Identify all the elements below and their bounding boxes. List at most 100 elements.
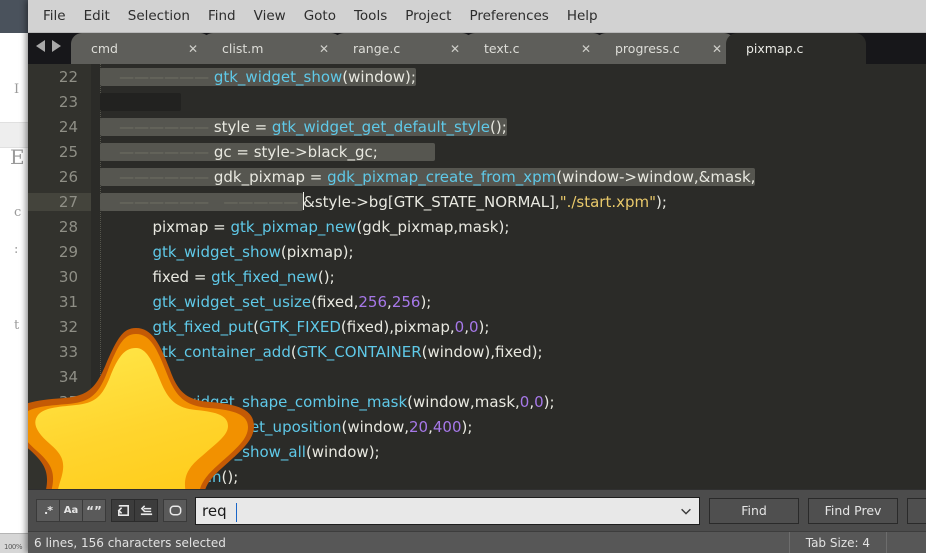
code-line[interactable]: 26 —————— gdk_pixmap = gdk_pixmap_create… bbox=[28, 164, 926, 189]
in-selection-icon[interactable] bbox=[134, 499, 158, 522]
tab-cmd[interactable]: cmd ✕ bbox=[71, 33, 211, 64]
code-line[interactable]: 24 —————— style = gtk_widget_get_default… bbox=[28, 114, 926, 139]
code-token-function: gtk_widget_show bbox=[152, 242, 281, 261]
code-line[interactable]: 25 —————— gc = style->black_gc; bbox=[28, 139, 926, 164]
highlight-results-icon[interactable] bbox=[163, 499, 187, 522]
code-token-plain: (); bbox=[317, 267, 335, 286]
code-line[interactable]: 34 bbox=[28, 364, 926, 389]
menu-item-preferences[interactable]: Preferences bbox=[460, 5, 557, 27]
close-icon[interactable]: ✕ bbox=[712, 43, 722, 55]
menu-item-tools[interactable]: Tools bbox=[345, 5, 396, 27]
chevron-down-glyph bbox=[681, 508, 691, 515]
background-doc-text: t bbox=[14, 318, 20, 333]
tab-label: range.c bbox=[353, 41, 401, 56]
line-number: 22 bbox=[58, 67, 78, 86]
whole-word-toggle-button[interactable]: “” bbox=[82, 499, 106, 522]
arrow-right-icon[interactable] bbox=[52, 39, 61, 52]
wrap-icon[interactable] bbox=[111, 499, 135, 522]
code-line[interactable]: 35 gtk_widget_shape_combine_mask(window,… bbox=[28, 389, 926, 414]
find-all-button[interactable]: Find All bbox=[907, 497, 926, 524]
find-button[interactable]: Find bbox=[709, 497, 799, 524]
code-line-text bbox=[91, 92, 926, 111]
code-token-function: gtk_container_add bbox=[152, 342, 291, 361]
menu-item-help[interactable]: Help bbox=[558, 5, 607, 27]
menu-item-find[interactable]: Find bbox=[199, 5, 245, 27]
code-token-number: 0 bbox=[468, 317, 479, 336]
close-icon[interactable]: ✕ bbox=[319, 43, 329, 55]
code-token-plain: ); bbox=[420, 292, 432, 311]
menu-bar: File Edit Selection Find View Goto Tools… bbox=[28, 0, 926, 33]
code-line[interactable]: 30 fixed = gtk_fixed_new(); bbox=[28, 264, 926, 289]
code-token-plain: ); bbox=[478, 317, 490, 336]
code-editor[interactable]: 22 —————— gtk_widget_show(window); 23 24… bbox=[28, 64, 926, 489]
text-editor-window: File Edit Selection Find View Goto Tools… bbox=[28, 0, 926, 553]
tab-clist-m[interactable]: clist.m ✕ bbox=[202, 33, 342, 64]
tab-text-c[interactable]: text.c ✕ bbox=[464, 33, 604, 64]
tab-progress-c[interactable]: progress.c ✕ bbox=[595, 33, 735, 64]
close-icon[interactable]: ✕ bbox=[450, 43, 460, 55]
code-token-number: 0 bbox=[454, 317, 465, 336]
code-line[interactable]: 22 —————— gtk_widget_show(window); bbox=[28, 64, 926, 89]
code-token-plain: (window),fixed); bbox=[421, 342, 543, 361]
line-number: 28 bbox=[58, 217, 78, 236]
code-line[interactable]: 38 gtk_main(); bbox=[28, 464, 926, 489]
code-line[interactable]: 29 gtk_widget_show(pixmap); bbox=[28, 239, 926, 264]
code-token-function: gtk_widget_set_usize bbox=[152, 292, 312, 311]
status-cell-extra[interactable] bbox=[886, 531, 926, 553]
tab-size-status[interactable]: Tab Size: 4 bbox=[788, 531, 886, 553]
code-token-plain: style = bbox=[213, 117, 272, 136]
code-token-plain: &style->bg[GTK_STATE_NORMAL], bbox=[303, 193, 560, 211]
tab-pixmap-c[interactable]: pixmap.c bbox=[726, 33, 866, 64]
menu-item-goto[interactable]: Goto bbox=[295, 5, 345, 27]
code-token-macro: GTK_CONTAINER bbox=[296, 342, 422, 361]
arrow-left-icon[interactable] bbox=[36, 39, 45, 52]
close-icon[interactable]: ✕ bbox=[581, 43, 591, 55]
line-number: 29 bbox=[58, 242, 78, 261]
code-line[interactable]: 32 gtk_fixed_put(GTK_FIXED(fixed),pixmap… bbox=[28, 314, 926, 339]
background-doc-text: I bbox=[14, 82, 20, 97]
menu-item-selection[interactable]: Selection bbox=[119, 5, 199, 27]
find-input-combobox[interactable] bbox=[195, 496, 700, 525]
code-token-function: gtk_fixed_put bbox=[152, 317, 254, 336]
case-sensitive-toggle-button[interactable]: Aa bbox=[59, 499, 83, 522]
find-bar: .* Aa “” req Find Find Prev bbox=[28, 489, 926, 531]
code-token-plain: ); bbox=[656, 193, 667, 211]
line-number: 26 bbox=[58, 167, 78, 186]
menu-item-view[interactable]: View bbox=[245, 5, 295, 27]
code-line-text: —————— gtk_widget_show(window); bbox=[100, 67, 416, 86]
code-line[interactable]: 23 bbox=[28, 89, 926, 114]
in-selection-glyph bbox=[140, 505, 152, 516]
menu-item-project[interactable]: Project bbox=[396, 5, 460, 27]
tab-range-c[interactable]: range.c ✕ bbox=[333, 33, 473, 64]
code-line-text: gtk_widget_shape_combine_mask(window,mas… bbox=[91, 393, 926, 411]
code-line[interactable]: 33 gtk_container_add(GTK_CONTAINER(windo… bbox=[28, 339, 926, 364]
line-number: 31 bbox=[58, 292, 78, 311]
line-number: 38 bbox=[58, 467, 78, 486]
close-icon[interactable]: ✕ bbox=[188, 43, 198, 55]
code-line-text: gtk_widget_show(pixmap); bbox=[91, 243, 926, 261]
search-input[interactable] bbox=[196, 501, 673, 520]
tab-label: clist.m bbox=[222, 41, 264, 56]
input-text-cursor bbox=[236, 502, 237, 522]
code-token-function: gtk_widget_get_default_style bbox=[271, 117, 490, 136]
code-line-text: fixed = gtk_fixed_new(); bbox=[91, 268, 926, 286]
code-line-text: gtk_main(); bbox=[91, 468, 926, 486]
menu-item-edit[interactable]: Edit bbox=[75, 5, 119, 27]
regex-toggle-button[interactable]: .* bbox=[36, 499, 60, 522]
code-token-plain: ); bbox=[461, 417, 473, 436]
code-line[interactable]: 28 pixmap = gtk_pixmap_new(gdk_pixmap,ma… bbox=[28, 214, 926, 239]
line-number: 34 bbox=[58, 367, 78, 386]
line-number: 25 bbox=[58, 142, 78, 161]
code-token-plain: (window); bbox=[305, 442, 380, 461]
code-token-number: 20 bbox=[409, 417, 429, 436]
menu-item-file[interactable]: File bbox=[34, 5, 75, 27]
code-token-number: 256 bbox=[358, 292, 388, 311]
code-line-current[interactable]: 27 —————— ————— &style->bg[GTK_STATE_NOR… bbox=[28, 189, 926, 214]
code-line[interactable]: 31 gtk_widget_set_usize(fixed,256,256); bbox=[28, 289, 926, 314]
find-prev-button[interactable]: Find Prev bbox=[808, 497, 898, 524]
chevron-down-icon[interactable] bbox=[673, 498, 699, 524]
line-number: 35 bbox=[58, 392, 78, 411]
code-token-plain: (fixed),pixmap, bbox=[340, 317, 455, 336]
code-line[interactable]: 36 gtk_widget_set_uposition(window,20,40… bbox=[28, 414, 926, 439]
code-line[interactable]: 37 gtk_widget_show_all(window); bbox=[28, 439, 926, 464]
